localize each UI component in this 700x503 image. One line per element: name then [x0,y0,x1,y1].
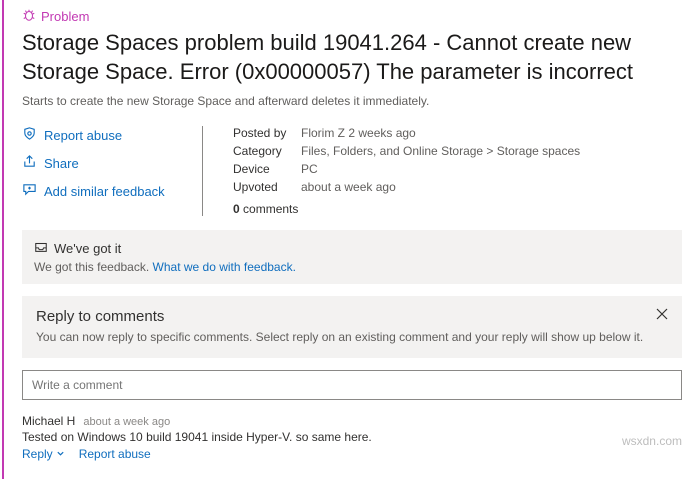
reply-info-panel: Reply to comments You can now reply to s… [22,296,682,358]
problem-tag: Problem [22,8,682,25]
comment-report-abuse-link[interactable]: Report abuse [79,447,151,461]
add-similar-label: Add similar feedback [44,184,165,199]
status-body-text: We got this feedback. [34,260,153,274]
reply-info-body: You can now reply to specific comments. … [36,329,668,346]
chevron-down-icon [56,447,65,461]
status-heading: We've got it [54,241,121,256]
report-abuse-link[interactable]: Report abuse [22,126,172,144]
page-subtitle: Starts to create the new Storage Space a… [22,94,682,108]
inbox-check-icon [34,240,48,257]
comment-author[interactable]: Michael H [22,414,75,428]
device-key: Device [233,162,293,176]
share-icon [22,154,37,172]
comment-input[interactable] [22,370,682,400]
upvoted-value: about a week ago [301,180,396,194]
device-value: PC [301,162,318,176]
bug-icon [22,8,36,25]
comment-reply-label: Reply [22,447,53,461]
vertical-divider [202,126,203,216]
posted-by-author[interactable]: Florim Z [301,126,345,140]
share-link[interactable]: Share [22,154,172,172]
comment-reply-link[interactable]: Reply [22,447,65,461]
problem-tag-label: Problem [41,9,89,24]
comment-count-number: 0 [233,202,240,216]
add-similar-feedback-link[interactable]: Add similar feedback [22,182,172,200]
category-value[interactable]: Files, Folders, and Online Storage > Sto… [301,144,580,158]
comment-count: 0 comments [233,202,580,216]
status-panel: We've got it We got this feedback. What … [22,230,682,284]
posted-by-key: Posted by [233,126,293,140]
reply-info-title: Reply to comments [36,308,668,325]
feedback-info-link[interactable]: What we do with feedback. [153,260,296,274]
comment-time: about a week ago [83,416,170,428]
page-title: Storage Spaces problem build 19041.264 -… [22,29,682,86]
category-key: Category [233,144,293,158]
comment-count-label: comments [240,202,299,216]
comment-body: Tested on Windows 10 build 19041 inside … [22,430,682,444]
shield-icon [22,126,37,144]
post-metadata: Posted by Florim Z 2 weeks ago Category … [233,126,580,216]
watermark: wsxdn.com [622,434,682,448]
comment-plus-icon [22,182,37,200]
report-abuse-label: Report abuse [44,128,122,143]
share-label: Share [44,156,79,171]
close-button[interactable] [654,306,670,322]
posted-by-time: 2 weeks ago [348,126,415,140]
upvoted-key: Upvoted [233,180,293,194]
comment-item: Michael H about a week ago Tested on Win… [22,414,682,461]
